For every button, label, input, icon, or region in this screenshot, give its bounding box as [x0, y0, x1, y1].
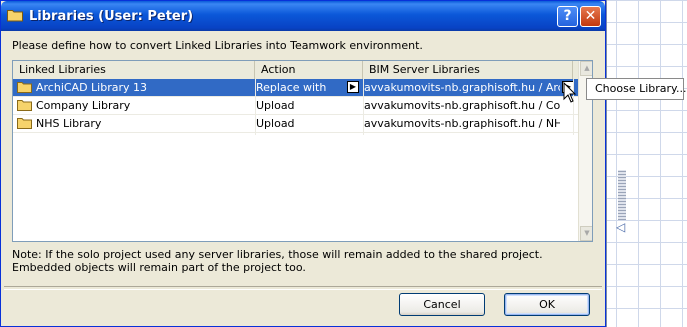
- action-cell[interactable]: Upload: [256, 115, 344, 133]
- library-name: Company Library: [36, 99, 131, 112]
- mouse-cursor-icon: [563, 82, 577, 103]
- column-header-bim-server-libraries[interactable]: BIM Server Libraries: [363, 61, 573, 79]
- folder-icon: [17, 117, 32, 129]
- choose-library-tooltip: Choose Library...: [586, 78, 687, 100]
- library-name: ArchiCAD Library 13: [36, 81, 148, 94]
- libraries-dialog: Libraries (User: Peter) ? ✕ Please defin…: [0, 0, 606, 327]
- action-dropdown-arrow-icon[interactable]: ▶: [347, 81, 359, 93]
- library-cell: Company Library: [17, 97, 253, 115]
- action-cell[interactable]: Replace with: [256, 79, 344, 97]
- server-library-cell[interactable]: avvakumovits-nb.graphisoft.hu / Arc...: [364, 79, 560, 97]
- column-header-linked-libraries[interactable]: Linked Libraries: [13, 61, 255, 79]
- folder-icon: [17, 99, 32, 111]
- scroll-down-icon[interactable]: ▼: [580, 226, 592, 241]
- server-library-cell[interactable]: avvakumovits-nb.graphisoft.hu / Co...: [364, 97, 560, 115]
- instruction-text: Please define how to convert Linked Libr…: [12, 39, 423, 52]
- list-header: Linked Libraries Action BIM Server Libra…: [13, 61, 579, 80]
- libraries-list[interactable]: Linked Libraries Action BIM Server Libra…: [12, 60, 593, 242]
- background-arrow-icon: ◁: [616, 220, 626, 234]
- scroll-up-icon[interactable]: ▲: [580, 61, 592, 76]
- window-title: Libraries (User: Peter): [29, 9, 194, 24]
- help-button[interactable]: ?: [557, 6, 578, 27]
- action-cell[interactable]: Upload: [256, 97, 344, 115]
- library-cell: NHS Library: [17, 115, 253, 133]
- ok-button[interactable]: OK: [504, 293, 590, 316]
- table-row[interactable]: NHS Library Upload avvakumovits-nb.graph…: [13, 115, 579, 133]
- column-gridline: [363, 79, 364, 135]
- folder-icon: [17, 81, 32, 93]
- cancel-button[interactable]: Cancel: [399, 293, 485, 316]
- note-text: Note: If the solo project used any serve…: [12, 248, 543, 274]
- table-row[interactable]: Company Library Upload avvakumovits-nb.g…: [13, 97, 579, 115]
- library-cell: ArchiCAD Library 13: [17, 79, 253, 97]
- library-name: NHS Library: [36, 117, 102, 130]
- column-gridline: [255, 79, 256, 135]
- column-header-action[interactable]: Action: [255, 61, 363, 79]
- background-divider: [606, 0, 607, 327]
- divider: [4, 286, 602, 290]
- table-row[interactable]: ArchiCAD Library 13 Replace with ▶ avvak…: [13, 79, 579, 97]
- window-folder-icon: [7, 9, 23, 22]
- title-bar[interactable]: Libraries (User: Peter) ? ✕: [1, 1, 605, 31]
- background-scrollbar-thumb[interactable]: [618, 170, 626, 220]
- close-button[interactable]: ✕: [580, 6, 601, 27]
- server-library-cell[interactable]: avvakumovits-nb.graphisoft.hu / NH...: [364, 115, 560, 133]
